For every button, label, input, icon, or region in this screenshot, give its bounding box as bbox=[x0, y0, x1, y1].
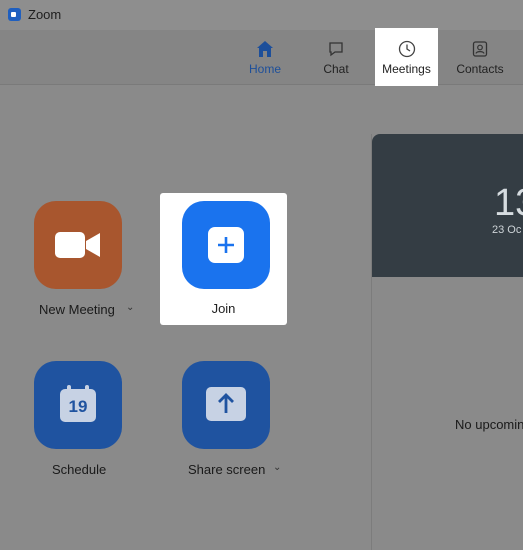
zoom-logo-icon bbox=[8, 8, 21, 21]
tab-home-label: Home bbox=[248, 62, 281, 76]
join-button[interactable] bbox=[182, 201, 270, 289]
tab-meetings-label: Meetings bbox=[382, 62, 431, 76]
new-meeting-button[interactable] bbox=[34, 201, 122, 289]
window-title: Zoom bbox=[28, 7, 62, 22]
contacts-icon bbox=[471, 40, 489, 58]
chat-icon bbox=[327, 40, 345, 58]
calendar-day: 19 bbox=[68, 397, 88, 416]
tab-home[interactable]: Home bbox=[240, 30, 290, 84]
home-icon bbox=[256, 40, 274, 58]
tab-contacts[interactable]: Contacts bbox=[452, 30, 508, 84]
tab-meetings[interactable]: Meetings bbox=[375, 28, 438, 86]
no-upcoming-meetings-text: No upcomin bbox=[455, 417, 523, 432]
join-label: Join bbox=[211, 301, 236, 316]
new-meeting-label: New Meeting bbox=[39, 302, 115, 317]
join-highlight-panel: Join bbox=[160, 193, 287, 325]
calendar-icon: 19 bbox=[59, 385, 97, 423]
share-up-arrow-icon bbox=[206, 387, 246, 421]
top-navigation: Home Chat Meetings Contacts bbox=[0, 28, 523, 86]
clock-date: 23 Oc bbox=[492, 224, 522, 236]
clock-time: 13 bbox=[494, 182, 523, 224]
chevron-down-icon[interactable]: ⌄ bbox=[126, 302, 134, 313]
schedule-label: Schedule bbox=[52, 462, 107, 477]
schedule-button[interactable]: 19 bbox=[34, 361, 122, 449]
clock-card: 13 23 Oc bbox=[372, 134, 523, 277]
chevron-down-icon[interactable]: ⌄ bbox=[273, 462, 281, 473]
title-bar: Zoom bbox=[0, 0, 523, 30]
tab-chat[interactable]: Chat bbox=[311, 30, 361, 84]
share-screen-button[interactable] bbox=[182, 361, 270, 449]
share-screen-label: Share screen bbox=[188, 462, 266, 477]
upcoming-meetings-panel: 13 23 Oc No upcomin bbox=[371, 134, 523, 550]
plus-icon bbox=[208, 227, 244, 263]
video-camera-icon bbox=[55, 232, 101, 258]
tab-contacts-label: Contacts bbox=[456, 62, 504, 76]
clock-icon bbox=[398, 40, 416, 58]
tab-chat-label: Chat bbox=[323, 62, 349, 76]
